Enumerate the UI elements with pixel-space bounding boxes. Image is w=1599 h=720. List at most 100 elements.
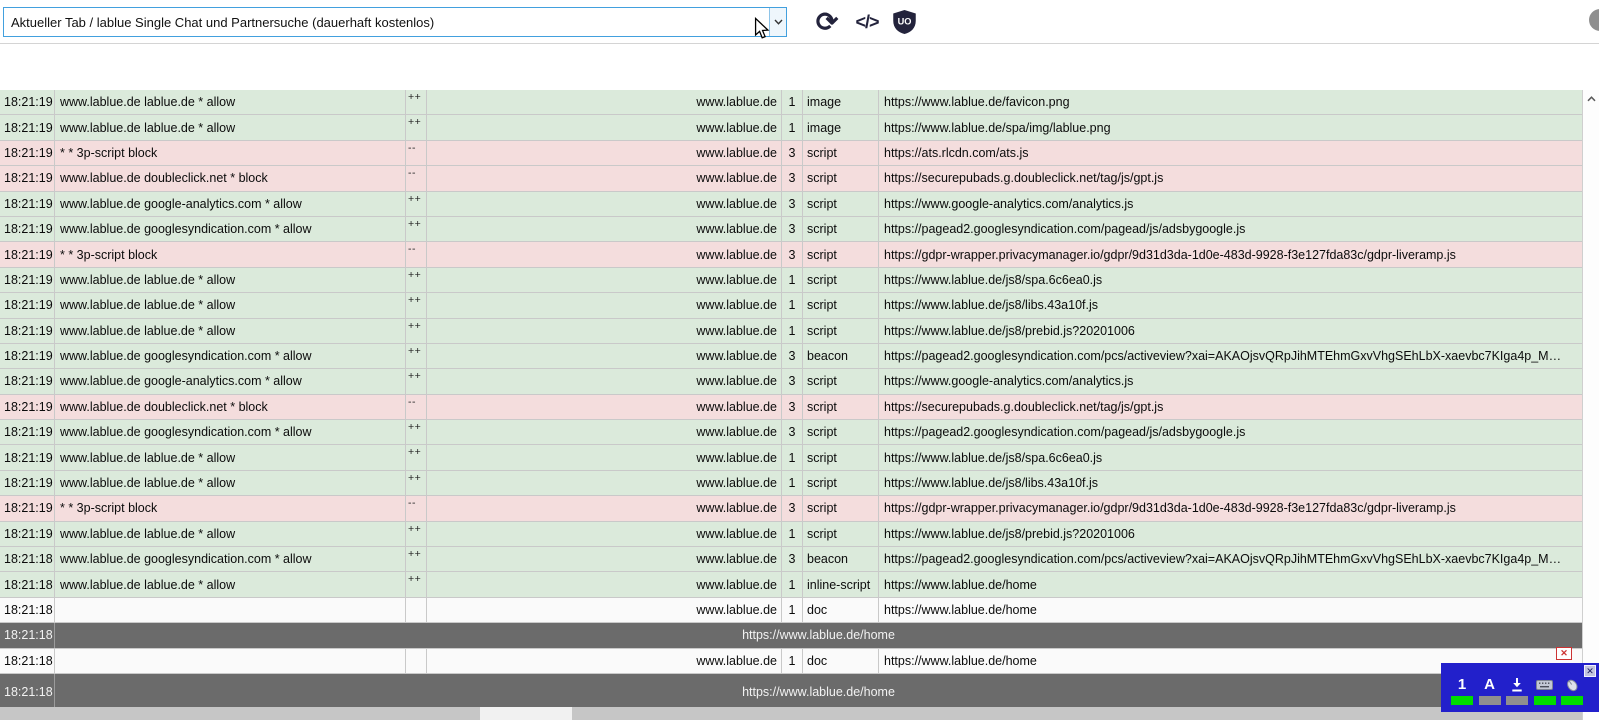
log-hostname: www.lablue.de [427, 166, 782, 191]
log-url: https://gdpr-wrapper.privacymanager.io/g… [884, 247, 1456, 262]
log-row[interactable]: 18:21:19 www.lablue.de lablue.de * allow +… [0, 318, 1582, 344]
log-party: 3 [782, 369, 803, 394]
log-time: 18:21:19 [0, 318, 55, 343]
log-type: image [803, 90, 879, 115]
ublock-shield-icon[interactable]: UO [888, 6, 920, 38]
log-time: 18:21:19 [0, 343, 55, 369]
log-url: https://securepubads.g.doubleclick.net/t… [884, 171, 1164, 186]
log-hostname: www.lablue.de [427, 521, 782, 547]
log-row[interactable]: 18:21:19 www.lablue.de googlesyndication.… [0, 216, 1582, 243]
log-type: doc [803, 648, 879, 673]
log-party: 1 [782, 470, 803, 496]
log-row[interactable]: 18:21:18 www.lablue.de 1 doc https://www.lab… [0, 648, 1582, 674]
info-icon[interactable]: i [1589, 9, 1599, 31]
log-row[interactable]: 18:21:19 www.lablue.de googlesyndication.… [0, 420, 1582, 446]
log-row[interactable]: 18:21:18 www.lablue.de lablue.de * allow +… [0, 572, 1582, 598]
log-counter: ++ [406, 572, 427, 597]
log-row[interactable]: 18:21:19 * * 3p-script block -- www.lablue.… [0, 140, 1582, 167]
log-time: 18:21:19 [0, 470, 55, 496]
log-party: 3 [782, 166, 803, 191]
log-row[interactable]: 18:21:19 www.lablue.de lablue.de * allow +… [0, 445, 1582, 471]
log-type: script [803, 394, 879, 420]
log-counter: ++ [406, 343, 427, 369]
log-url: https://www.lablue.de/spa/img/lablue.png [884, 120, 1111, 135]
log-row[interactable]: 18:21:19 * * 3p-script block -- www.lablue.… [0, 496, 1582, 522]
log-filter-rule: www.lablue.de googlesyndication.com * al… [55, 420, 406, 445]
log-row[interactable]: 18:21:19 www.lablue.de lablue.de * allow +… [0, 90, 1582, 116]
widget-indicator [1478, 696, 1501, 705]
log-url: https://pagead2.googlesyndication.com/pc… [884, 552, 1562, 567]
widget-slot[interactable] [1532, 676, 1558, 705]
log-table: 18:21:19 www.lablue.de lablue.de * allow +… [0, 90, 1582, 712]
scroll-up-arrow-icon[interactable] [1583, 90, 1599, 107]
log-row[interactable]: 18:21:19 www.lablue.de google-analytics.c… [0, 369, 1582, 395]
log-time: 18:21:19 [0, 90, 55, 115]
log-row[interactable]: 18:21:19 www.lablue.de lablue.de * allow +… [0, 521, 1582, 548]
log-hostname: www.lablue.de [427, 191, 782, 216]
log-url: https://www.lablue.de/home [884, 603, 1037, 617]
log-time: 18:21:19 [0, 293, 55, 318]
log-hostname: www.lablue.de [427, 343, 782, 369]
log-row[interactable]: 18:21:19 www.lablue.de lablue.de * allow +… [0, 115, 1582, 141]
log-type: script [803, 140, 879, 166]
log-time: 18:21:18 [0, 673, 55, 711]
widget-slots: 1A [1441, 663, 1599, 705]
log-time: 18:21:19 [0, 166, 55, 191]
log-filter-rule: www.lablue.de googlesyndication.com * al… [55, 343, 406, 369]
log-counter: ++ [406, 420, 427, 445]
log-hostname: www.lablue.de [427, 267, 782, 293]
form-filler-widget: ✕ 1A [1441, 663, 1599, 712]
log-url: https://www.google-analytics.com/analyti… [884, 374, 1134, 389]
refresh-icon[interactable]: ⟳ [812, 6, 842, 38]
log-hostname: www.lablue.de [427, 90, 782, 115]
widget-close-icon[interactable]: ✕ [1584, 665, 1596, 677]
one-icon[interactable]: 1 [1458, 676, 1466, 693]
log-party: 1 [782, 318, 803, 343]
keyboard-icon[interactable] [1536, 676, 1553, 693]
dropdown-arrow-icon[interactable] [769, 8, 786, 36]
log-hostname: www.lablue.de [427, 293, 782, 318]
log-time: 18:21:19 [0, 420, 55, 445]
widget-indicator [1451, 696, 1473, 705]
widget-slot[interactable]: A [1477, 676, 1503, 705]
code-view-icon[interactable]: </> [849, 8, 885, 36]
log-counter: ++ [406, 445, 427, 470]
log-row[interactable]: 18:21:19 www.lablue.de lablue.de * allow +… [0, 470, 1582, 497]
log-counter: -- [406, 242, 427, 267]
log-row[interactable]: 18:21:19 www.lablue.de doubleclick.net * … [0, 166, 1582, 192]
log-url: https://www.lablue.de/js8/prebid.js?2020… [884, 323, 1135, 338]
log-row[interactable]: 18:21:19 www.lablue.de doubleclick.net * … [0, 394, 1582, 421]
horizontal-scrollbar[interactable] [0, 707, 1582, 720]
log-row-tabload[interactable]: 18:21:18 https://www.lablue.de/home [0, 623, 1582, 649]
log-type: script [803, 470, 879, 496]
widget-slot[interactable] [1559, 676, 1585, 705]
log-row[interactable]: 18:21:18 www.lablue.de 1 doc https://www.lab… [0, 597, 1582, 624]
red-close-icon[interactable]: ✕ [1556, 647, 1572, 660]
widget-slot[interactable]: 1 [1449, 676, 1475, 705]
log-counter: ++ [406, 369, 427, 394]
log-filter-rule: * * 3p-script block [55, 140, 406, 166]
log-row[interactable]: 18:21:19 www.lablue.de googlesyndication.… [0, 343, 1582, 370]
download-icon[interactable] [1510, 676, 1524, 693]
log-party: 1 [782, 115, 803, 140]
log-url: https://ats.rlcdn.com/ats.js [884, 145, 1029, 160]
log-row[interactable]: 18:21:19 www.lablue.de google-analytics.c… [0, 191, 1582, 217]
horizontal-scroll-thumb[interactable] [480, 707, 572, 720]
log-counter: ++ [406, 267, 427, 293]
mouse-icon[interactable] [1564, 676, 1580, 693]
vertical-scrollbar[interactable] [1582, 90, 1599, 720]
log-party: 1 [782, 293, 803, 318]
tab-selector-dropdown[interactable]: Aktueller Tab / lablue Single Chat und P… [3, 7, 787, 37]
log-party: 3 [782, 343, 803, 369]
log-row[interactable]: 18:21:18 www.lablue.de googlesyndication.… [0, 547, 1582, 573]
log-type: script [803, 318, 879, 343]
log-row[interactable]: 18:21:19 www.lablue.de lablue.de * allow +… [0, 267, 1582, 294]
log-type: script [803, 521, 879, 547]
widget-slot[interactable] [1504, 676, 1530, 705]
log-counter: -- [406, 140, 427, 166]
log-row[interactable]: 18:21:19 * * 3p-script block -- www.lablue.… [0, 242, 1582, 268]
top-toolbar: Aktueller Tab / lablue Single Chat und P… [0, 0, 1599, 44]
log-row[interactable]: 18:21:19 www.lablue.de lablue.de * allow +… [0, 293, 1582, 319]
letter-a-icon[interactable]: A [1484, 676, 1495, 693]
log-time: 18:21:19 [0, 369, 55, 394]
